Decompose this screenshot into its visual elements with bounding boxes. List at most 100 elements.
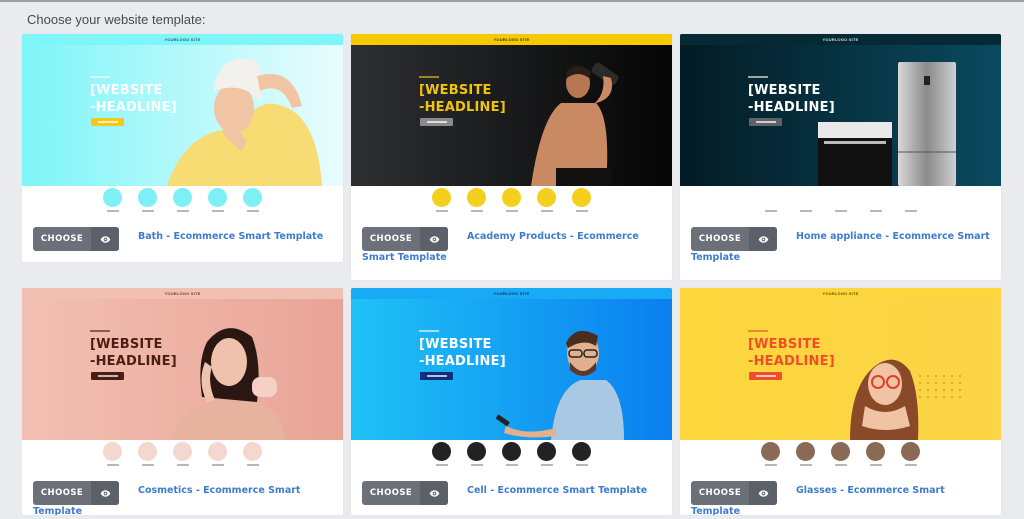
category-row bbox=[351, 442, 672, 466]
category-thumbnail bbox=[796, 442, 816, 466]
category-thumbnail bbox=[138, 442, 158, 466]
category-label bbox=[246, 464, 259, 466]
category-label bbox=[106, 464, 119, 466]
hero-headline: [WEBSITE -HEADLINE] bbox=[419, 337, 506, 369]
preview-logo: YOURLOGO SITE bbox=[164, 37, 201, 42]
category-image bbox=[502, 188, 521, 207]
template-title-link[interactable]: Cell - Ecommerce Smart Template bbox=[362, 480, 662, 501]
category-thumbnail bbox=[208, 188, 228, 212]
template-preview-image[interactable]: YOURLOGO SITE [WEBSITE -HEADLINE] bbox=[22, 34, 343, 186]
template-title-link[interactable]: Academy Products - Ecommerce Smart Templ… bbox=[362, 226, 662, 268]
preview-topbar: YOURLOGO SITE bbox=[680, 288, 1001, 299]
category-image bbox=[243, 188, 262, 207]
hero-figure-image bbox=[818, 62, 956, 186]
template-preview-image[interactable]: YOURLOGO SITE [WEBSITE -HEADLINE] bbox=[680, 288, 1001, 440]
category-image bbox=[208, 188, 227, 207]
preview-logo: YOURLOGO SITE bbox=[822, 37, 859, 42]
preview-topbar: YOURLOGO SITE bbox=[351, 288, 672, 299]
template-card: YOURLOGO SITE [WEBSITE -HEADLINE] CHOOSE… bbox=[680, 34, 1001, 280]
category-image bbox=[796, 442, 815, 461]
hero-subtitle bbox=[90, 76, 110, 78]
category-label bbox=[904, 464, 917, 466]
category-image bbox=[467, 188, 486, 207]
category-label bbox=[141, 210, 154, 212]
hero-subtitle bbox=[90, 330, 110, 332]
category-thumbnail bbox=[866, 442, 886, 466]
hero-subtitle bbox=[748, 76, 768, 78]
category-image bbox=[173, 188, 192, 207]
preview-topbar: YOURLOGO SITE bbox=[22, 34, 343, 45]
category-row bbox=[351, 188, 672, 212]
hero-cta-button bbox=[420, 372, 453, 380]
category-image bbox=[572, 188, 591, 207]
category-image bbox=[432, 442, 451, 461]
category-thumbnail bbox=[901, 442, 921, 466]
category-image bbox=[831, 188, 850, 207]
category-thumbnail bbox=[761, 188, 781, 212]
category-image bbox=[901, 188, 920, 207]
category-thumbnail bbox=[467, 188, 487, 212]
template-title-link[interactable]: Cosmetics - Ecommerce Smart Template bbox=[33, 480, 333, 515]
hero-figure-image bbox=[172, 328, 285, 440]
category-label bbox=[435, 210, 448, 212]
category-label bbox=[799, 464, 812, 466]
category-thumbnail bbox=[537, 442, 557, 466]
category-image bbox=[208, 442, 227, 461]
template-card: YOURLOGO SITE [WEBSITE -HEADLINE] CHOOSE… bbox=[22, 34, 343, 262]
category-label bbox=[575, 210, 588, 212]
template-preview-image[interactable]: YOURLOGO SITE [WEBSITE -HEADLINE] bbox=[680, 34, 1001, 186]
category-label bbox=[505, 210, 518, 212]
preview-topbar: YOURLOGO SITE bbox=[351, 34, 672, 45]
category-thumbnail bbox=[572, 188, 592, 212]
template-preview-image[interactable]: YOURLOGO SITE [WEBSITE -HEADLINE] bbox=[351, 34, 672, 186]
preview-logo: YOURLOGO SITE bbox=[164, 291, 201, 296]
category-label bbox=[540, 210, 553, 212]
template-preview-image[interactable]: YOURLOGO SITE [WEBSITE -HEADLINE] bbox=[351, 288, 672, 440]
category-label bbox=[834, 464, 847, 466]
template-preview-image[interactable]: YOURLOGO SITE [WEBSITE -HEADLINE] bbox=[22, 288, 343, 440]
category-thumbnail bbox=[901, 188, 921, 212]
category-image bbox=[467, 442, 486, 461]
category-image bbox=[572, 442, 591, 461]
category-label bbox=[246, 210, 259, 212]
category-image bbox=[243, 442, 262, 461]
category-image bbox=[173, 442, 192, 461]
hero-cta-button bbox=[91, 372, 124, 380]
category-thumbnail bbox=[537, 188, 557, 212]
template-title-link[interactable]: Bath - Ecommerce Smart Template bbox=[33, 226, 333, 247]
category-label bbox=[176, 464, 189, 466]
category-thumbnail bbox=[243, 442, 263, 466]
category-thumbnail bbox=[796, 188, 816, 212]
category-thumbnail bbox=[761, 442, 781, 466]
category-label bbox=[834, 210, 847, 212]
category-label bbox=[904, 210, 917, 212]
hero-figure-image bbox=[531, 62, 619, 186]
category-label bbox=[211, 464, 224, 466]
category-thumbnail bbox=[502, 188, 522, 212]
category-thumbnail bbox=[831, 442, 851, 466]
category-label bbox=[799, 210, 812, 212]
category-image bbox=[761, 442, 780, 461]
category-image bbox=[502, 442, 521, 461]
category-image bbox=[138, 442, 157, 461]
category-image bbox=[866, 442, 885, 461]
preview-logo: YOURLOGO SITE bbox=[822, 291, 859, 296]
hero-headline: [WEBSITE -HEADLINE] bbox=[748, 337, 835, 369]
category-row bbox=[680, 188, 1001, 212]
template-title-link[interactable]: Home appliance - Ecommerce Smart Templat… bbox=[691, 226, 991, 268]
template-title-link[interactable]: Glasses - Ecommerce Smart Template bbox=[691, 480, 991, 515]
category-label bbox=[211, 210, 224, 212]
hero-headline: [WEBSITE -HEADLINE] bbox=[419, 83, 506, 115]
category-label bbox=[869, 210, 882, 212]
category-thumbnail bbox=[831, 188, 851, 212]
category-thumbnail bbox=[866, 188, 886, 212]
category-image bbox=[796, 188, 815, 207]
category-label bbox=[869, 464, 882, 466]
page-title: Choose your website template: bbox=[27, 12, 206, 27]
category-image bbox=[831, 442, 850, 461]
hero-cta-button bbox=[749, 372, 782, 380]
category-row bbox=[22, 442, 343, 466]
category-thumbnail bbox=[502, 442, 522, 466]
hero-cta-button bbox=[749, 118, 782, 126]
category-label bbox=[435, 464, 448, 466]
